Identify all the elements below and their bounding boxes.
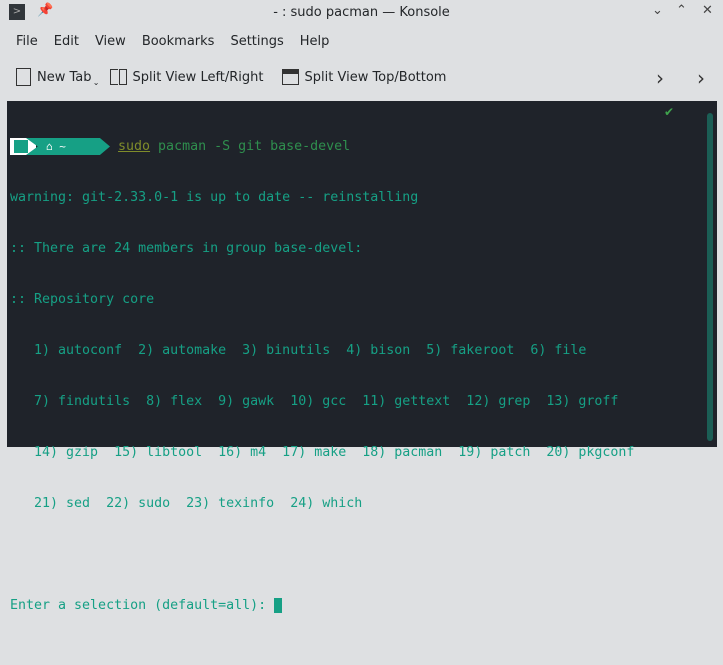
output-line: :: Repository core [10, 292, 155, 307]
new-tab-button[interactable]: New Tab ⌄ [16, 68, 100, 87]
terminal-cursor [274, 598, 283, 613]
menu-settings[interactable]: Settings [222, 32, 291, 51]
prompt: ⌂ ~ [10, 138, 110, 155]
input-line[interactable]: Enter a selection (default=all): [10, 597, 717, 614]
prompt-dir: ~ [59, 140, 66, 153]
toolbar-next-chevron-icon[interactable]: › [697, 66, 705, 90]
window-title: - : sudo pacman — Konsole [273, 5, 450, 20]
command-args: pacman -S git base-devel [150, 139, 351, 154]
home-dir-segment: ⌂ ~ [26, 138, 110, 155]
home-icon: ⌂ [46, 140, 53, 153]
split-left-right-button[interactable]: Split View Left/Right [109, 69, 264, 85]
output-line: 1) autoconf 2) automake 3) binutils 4) b… [10, 343, 587, 358]
menu-edit[interactable]: Edit [46, 32, 87, 51]
output-line: warning: git-2.33.0-1 is up to date -- r… [10, 190, 419, 205]
split-lr-icon-right [118, 69, 127, 85]
menu-file[interactable]: File [8, 32, 46, 51]
command-sudo: sudo [118, 139, 151, 154]
minimize-button[interactable]: ⌄ [652, 3, 663, 18]
selection-prompt: Enter a selection (default=all): [10, 598, 275, 613]
menu-bar: File Edit View Bookmarks Settings Help [8, 32, 337, 51]
menu-help[interactable]: Help [292, 32, 338, 51]
close-button[interactable]: ✕ [702, 3, 713, 18]
output-line: 7) findutils 8) flex 9) gawk 10) gcc 11)… [10, 394, 619, 409]
split-tb-icon [281, 69, 299, 85]
status-check-icon: ✔ [663, 105, 674, 119]
split-tb-label: Split View Top/Bottom [304, 69, 447, 85]
new-tab-icon [16, 68, 31, 86]
split-top-bottom-button[interactable]: Split View Top/Bottom [281, 69, 447, 85]
output-line: :: There are 24 members in group base-de… [10, 241, 363, 256]
output-line: 21) sed 22) sudo 23) texinfo 24) which [10, 496, 363, 511]
maximize-button[interactable]: ⌃ [676, 3, 687, 18]
terminal[interactable]: ⌂ ~ sudo pacman -S git base-devel warnin… [7, 101, 717, 613]
split-lr-label: Split View Left/Right [132, 69, 264, 85]
scrollbar[interactable] [707, 113, 713, 441]
menu-bookmarks[interactable]: Bookmarks [134, 32, 223, 51]
menu-view[interactable]: View [87, 32, 134, 51]
new-tab-label: New Tab [37, 69, 92, 85]
dropdown-icon[interactable]: ⌄ [93, 78, 100, 87]
prompt-line: ⌂ ~ sudo pacman -S git base-devel [10, 138, 717, 155]
split-lr-icon [109, 69, 118, 85]
toolbar: New Tab ⌄ Split View Left/Right Split Vi… [16, 68, 464, 87]
toolbar-overflow-chevron-icon[interactable]: › [656, 66, 664, 90]
title-bar: > 📌 - : sudo pacman — Konsole ⌄ ⌃ ✕ [0, 0, 723, 26]
